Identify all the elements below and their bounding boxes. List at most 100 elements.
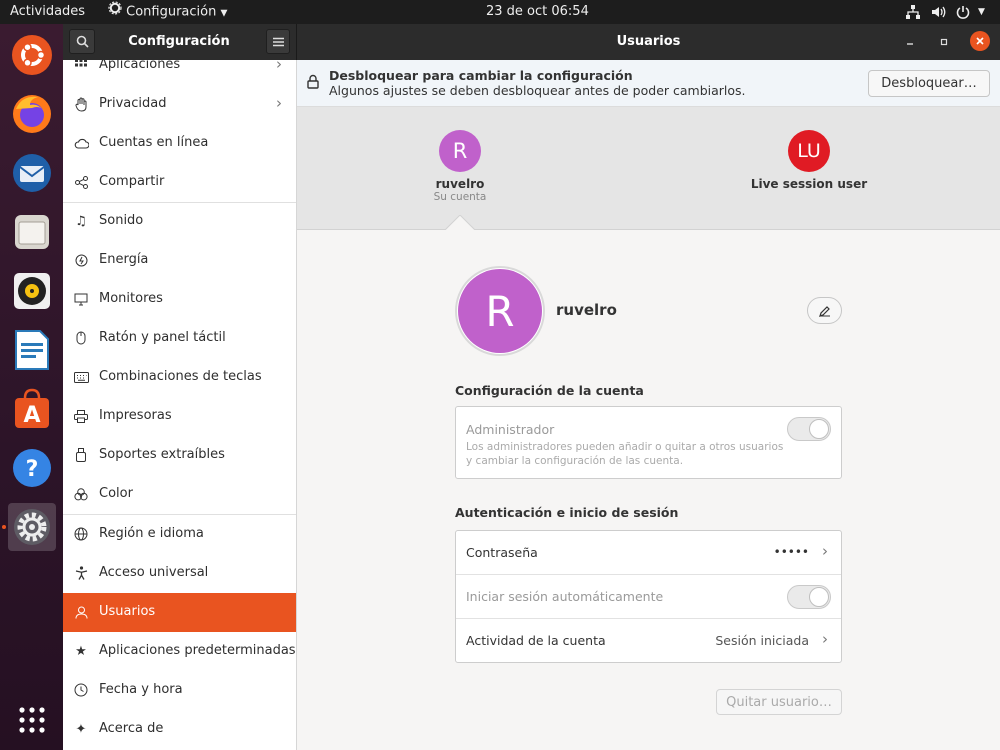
app-menu-label: Configuración <box>126 4 217 20</box>
avatar-initial: LU <box>797 140 821 162</box>
admin-description-2: y cambiar la configuración de las cuenta… <box>466 455 684 467</box>
sidebar-item-label: Color <box>99 486 133 501</box>
avatar: LU <box>788 130 830 172</box>
sidebar-item-region-idioma[interactable]: Región e idioma <box>63 515 296 554</box>
activities-button[interactable]: Actividades <box>10 0 85 24</box>
rhythmbox-icon <box>14 273 50 309</box>
sidebar-item-energia[interactable]: Energía <box>63 241 296 280</box>
close-button[interactable] <box>970 31 990 51</box>
svg-text:?: ? <box>26 457 39 482</box>
dock-app-thunderbird[interactable] <box>8 149 56 197</box>
system-menu-caret-icon[interactable]: ▼ <box>978 0 985 24</box>
chevron-right-icon: › <box>276 60 282 73</box>
help-icon: ? <box>13 449 51 487</box>
autologin-toggle[interactable] <box>787 585 831 609</box>
sidebar-item-cuentas-en-linea[interactable]: Cuentas en línea <box>63 124 296 163</box>
sidebar-item-label: Fecha y hora <box>99 682 183 697</box>
infobar-title: Desbloquear para cambiar la configuració… <box>329 68 633 83</box>
sidebar-item-label: Sonido <box>99 213 144 228</box>
edit-name-button[interactable] <box>807 297 842 324</box>
mouse-icon <box>73 330 89 346</box>
sidebar-item-label: Ratón y panel táctil <box>99 330 226 345</box>
firefox-icon <box>13 95 51 133</box>
clock-icon <box>73 682 89 698</box>
software-icon: A <box>15 388 49 428</box>
dock-app-firefox[interactable] <box>8 90 56 138</box>
dock-app-writer[interactable] <box>8 326 56 374</box>
sidebar-item-label: Aplicaciones predeterminadas <box>99 643 296 658</box>
unlock-button[interactable]: Desbloquear… <box>868 70 990 97</box>
user-tile-ruvelro[interactable]: R ruvelro Su cuenta <box>410 125 510 210</box>
svg-text:A: A <box>23 403 40 428</box>
remove-user-button[interactable]: Quitar usuario… <box>716 689 842 715</box>
dock-app-ubuntu[interactable] <box>8 31 56 79</box>
avatar: R <box>439 130 481 172</box>
maximize-button[interactable] <box>935 33 953 51</box>
monitor-icon <box>73 291 89 307</box>
dock-app-help[interactable]: ? <box>8 444 56 492</box>
avatar-initial: R <box>452 139 468 163</box>
page-title: Usuarios <box>616 34 681 49</box>
sidebar-item-compartir[interactable]: Compartir <box>63 163 296 202</box>
globe-icon <box>73 526 89 542</box>
dock-show-apps[interactable] <box>8 696 56 744</box>
star-icon: ★ <box>75 643 87 659</box>
sidebar-item-label: Impresoras <box>99 408 172 423</box>
sidebar-item-combinaciones-teclas[interactable]: Combinaciones de teclas <box>63 358 296 397</box>
user-caption: Su cuenta <box>433 191 487 203</box>
sidebar-item-aplicaciones[interactable]: Aplicaciones › <box>63 60 296 85</box>
search-button[interactable] <box>69 29 95 54</box>
sidebar-item-impresoras[interactable]: Impresoras <box>63 397 296 436</box>
admin-label: Administrador <box>466 422 555 437</box>
sidebar-item-fecha-hora[interactable]: Fecha y hora <box>63 671 296 710</box>
sidebar-item-soportes-extraibles[interactable]: Soportes extraíbles <box>63 436 296 475</box>
dock-app-files[interactable] <box>8 208 56 256</box>
gear-icon <box>108 0 122 24</box>
selected-user-pointer <box>444 215 476 231</box>
app-menu[interactable]: Configuración ▼ <box>108 0 227 24</box>
usb-drive-icon <box>73 447 89 463</box>
clock[interactable]: 23 de oct 06:54 <box>486 0 589 24</box>
keyboard-icon <box>73 369 89 385</box>
password-value: ••••• <box>773 545 809 559</box>
close-icon <box>976 37 984 45</box>
dock-app-software[interactable]: A <box>8 385 56 433</box>
sidebar-item-label: Monitores <box>99 291 163 306</box>
autologin-row: Iniciar sesión automáticamente <box>456 575 841 619</box>
dock-app-settings[interactable] <box>2 503 56 551</box>
admin-description: Los administradores pueden añadir o quit… <box>466 441 784 453</box>
sidebar-item-monitores[interactable]: Monitores <box>63 280 296 319</box>
power-gauge-icon <box>73 252 89 268</box>
user-tile-live-session[interactable]: LU Live session user <box>739 125 879 210</box>
user-name: Live session user <box>750 177 868 191</box>
network-icon[interactable] <box>905 0 921 24</box>
profile-avatar[interactable]: R <box>455 266 545 356</box>
dock-app-rhythmbox[interactable] <box>8 267 56 315</box>
maximize-icon <box>940 38 948 46</box>
share-icon <box>73 174 89 190</box>
account-activity-row[interactable]: Actividad de la cuenta Sesión iniciada › <box>456 619 841 663</box>
sidebar-item-acceso-universal[interactable]: Acceso universal <box>63 554 296 593</box>
sidebar-item-aplicaciones-predeterminadas[interactable]: ★ Aplicaciones predeterminadas <box>63 632 296 671</box>
menu-button[interactable] <box>266 29 290 54</box>
sidebar-title: Configuración <box>128 34 230 49</box>
files-icon <box>15 215 49 249</box>
sidebar-item-privacidad[interactable]: Privacidad › <box>63 85 296 124</box>
password-row[interactable]: Contraseña ••••• › <box>456 531 841 575</box>
sidebar-item-label: Acerca de <box>99 721 164 736</box>
sidebar-item-usuarios[interactable]: Usuarios <box>63 593 296 632</box>
sidebar-item-color[interactable]: Color <box>63 475 296 514</box>
power-icon[interactable] <box>955 0 971 24</box>
color-circles-icon <box>73 486 89 502</box>
sidebar-item-raton[interactable]: Ratón y panel táctil <box>63 319 296 358</box>
minimize-button[interactable] <box>901 33 919 51</box>
header-bar: Configuración Usuarios <box>63 24 1000 60</box>
ubuntu-icon <box>12 35 52 75</box>
volume-icon[interactable] <box>930 0 946 24</box>
sidebar-item-acerca-de[interactable]: ✦ Acerca de <box>63 710 296 749</box>
sidebar-item-sonido[interactable]: ♫ Sonido <box>63 202 296 241</box>
dock: A ? <box>0 24 63 750</box>
user-name: ruvelro <box>435 177 485 191</box>
minimize-icon <box>907 43 913 45</box>
admin-toggle[interactable] <box>787 417 831 441</box>
